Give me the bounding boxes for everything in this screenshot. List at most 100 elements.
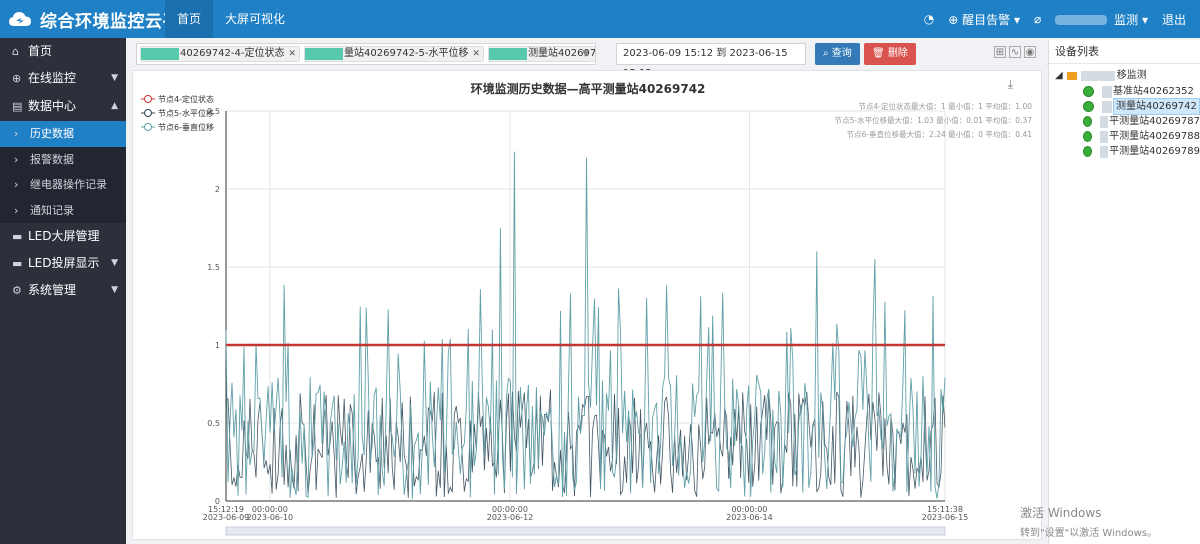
tree-node-device[interactable]: 平测量站40269789 xyxy=(1049,144,1200,159)
sidebar-item-label: LED大屏管理 xyxy=(28,229,100,243)
alarm-menu[interactable]: ⊕ 醒目告警 ▾ xyxy=(948,11,1020,28)
sidebar-item-relay-log[interactable]: › 继电器操作记录 xyxy=(0,172,126,198)
sidebar-item-label: 在线监控 xyxy=(28,71,77,85)
table-view-icon[interactable]: ⊞ xyxy=(994,46,1006,58)
mute-icon[interactable]: ⌀ xyxy=(1034,12,1041,26)
tree-node-device[interactable]: 基准站40262352 xyxy=(1049,84,1200,99)
redacted-block xyxy=(1100,130,1109,143)
delete-button[interactable]: 🗑 删除 xyxy=(864,43,916,65)
series-stats-text: 节点6-垂直位移最大值：2.24 最小值：0 平均值：0.41 xyxy=(847,129,1033,139)
sidebar-item-home[interactable]: ⌂ 首页 xyxy=(0,38,126,65)
chevron-down-icon[interactable]: ▼ xyxy=(582,49,589,59)
redacted-block xyxy=(141,48,179,60)
sidebar-submenu: › 历史数据 › 报警数据 › 继电器操作记录 › 通知记录 xyxy=(0,121,126,223)
redacted-block xyxy=(305,48,344,60)
top-header: 综合环境监控云平台 首页 大屏可视化 ◔ ⊕ 醒目告警 ▾ ⌀ 监测 ▾ 退出 xyxy=(0,0,1200,38)
tree-node-label: 平测量站40269789 xyxy=(1109,146,1200,157)
globe-icon: ⊕ xyxy=(948,12,959,27)
tree-node-label: 基准站40262352 xyxy=(1113,86,1194,97)
chevron-right-icon: › xyxy=(14,178,19,191)
channel-multiselect[interactable]: 40269742-4-定位状态 ✕ 量站40269742-5-水平位移 ✕ 测量… xyxy=(136,43,596,65)
table-icon: ▤ xyxy=(12,100,23,113)
legend-marker xyxy=(144,109,152,117)
sidebar-item-system[interactable]: ⚙ 系统管理 ▼ xyxy=(0,277,126,304)
device-tree: ◢ 移监测 基准站40262352 测量站40269742 平测量站40269787… xyxy=(1049,64,1200,159)
sidebar-item-led-cast[interactable]: ▬ LED投屏显示 ▼ xyxy=(0,250,126,277)
tree-node-device[interactable]: 测量站40269742 xyxy=(1049,98,1200,115)
skin-icon[interactable]: ◔ xyxy=(924,12,934,26)
watermark-line1: 激活 Windows xyxy=(1020,506,1102,520)
delete-label: 删除 xyxy=(887,48,908,59)
nav-big-screen[interactable]: 大屏可视化 xyxy=(213,0,297,38)
data-zoom-slider xyxy=(225,526,946,536)
sidebar-item-notify-log[interactable]: › 通知记录 xyxy=(0,198,126,224)
sidebar-item-led-manage[interactable]: ▬ LED大屏管理 xyxy=(0,223,126,250)
redacted-block xyxy=(1100,115,1109,128)
query-label: 查询 xyxy=(831,48,852,59)
x-tick-date: 2023-06-14 xyxy=(726,513,773,522)
tree-root[interactable]: ◢ 移监测 xyxy=(1049,68,1200,84)
series-stats-text: 节点5-水平位移最大值：1.03 最小值：0.01 平均值：0.37 xyxy=(835,115,1033,125)
chart-view-icon[interactable]: ∿ xyxy=(1009,46,1021,58)
top-right-tools: ◔ ⊕ 醒目告警 ▾ ⌀ 监测 ▾ 退出 xyxy=(924,0,1200,38)
tree-node-device[interactable]: 平测量站40269787 xyxy=(1049,114,1200,129)
sidebar-item-label: 系统管理 xyxy=(28,283,77,297)
legend-label: 节点6-垂直位移 xyxy=(158,122,214,132)
tree-nodes: 基准站40262352 测量站40269742 平测量站40269787 平测量站40… xyxy=(1049,84,1200,159)
cloud-logo-icon xyxy=(9,12,31,26)
tree-node-device[interactable]: 平测量站40269788 xyxy=(1049,129,1200,144)
nav-home[interactable]: 首页 xyxy=(165,0,214,38)
map-view-icon[interactable]: ◉ xyxy=(1024,46,1036,58)
status-online-icon xyxy=(1083,131,1093,142)
legend-label: 节点4-定位状态 xyxy=(158,94,214,104)
sidebar-item-online-monitor[interactable]: ⊕ 在线监控 ▼ xyxy=(0,65,126,92)
legend-label: 节点5-水平位移 xyxy=(158,108,214,118)
tree-toggle-icon[interactable]: ◢ xyxy=(1055,68,1063,84)
sidebar-item-data-center[interactable]: ▤ 数据中心 ▲ xyxy=(0,92,126,121)
filter-bar: 40269742-4-定位状态 ✕ 量站40269742-5-水平位移 ✕ 测量… xyxy=(132,40,1042,79)
x-tick-date: 2023-06-12 xyxy=(487,513,534,522)
channel-tag: 量站40269742-5-水平位移 ✕ xyxy=(304,46,485,62)
user-menu[interactable]: 监测 ▾ xyxy=(1055,11,1148,28)
close-icon[interactable]: ✕ xyxy=(288,46,296,62)
chevron-up-icon: ▲ xyxy=(111,101,118,111)
tag-label: 40269742-4-定位状态 xyxy=(180,48,285,59)
search-icon: ⌕ xyxy=(823,48,829,59)
sidebar-item-alarm-data[interactable]: › 报警数据 xyxy=(0,147,126,173)
legend-marker xyxy=(144,123,152,131)
chart-title: 环境监测历史数据—高平测量站40269742 xyxy=(471,81,706,96)
tree-node-label: 平测量站40269788 xyxy=(1109,131,1200,142)
status-online-icon xyxy=(1083,101,1094,112)
alarm-label: 醒目告警 xyxy=(962,12,1011,27)
series-stats-text: 节点4-定位状态最大值：1 最小值：1 平均值：1.00 xyxy=(859,101,1033,111)
top-nav: 首页 大屏可视化 xyxy=(165,0,297,38)
legend-marker xyxy=(144,95,152,103)
sidebar-item-label: 首页 xyxy=(28,44,53,58)
series-line-node5 xyxy=(225,389,946,498)
user-label: 监测 xyxy=(1114,12,1139,27)
date-range-input[interactable]: 2023-06-09 15:12 到 2023-06-15 15:12 xyxy=(616,43,806,79)
monitor-icon: ▬ xyxy=(12,230,23,243)
redacted-block xyxy=(1080,71,1115,81)
sidebar-item-history-data[interactable]: › 历史数据 xyxy=(0,121,126,147)
chevron-down-icon: ▼ xyxy=(111,258,118,268)
device-list-title: 设备列表 xyxy=(1049,40,1200,64)
monitor-icon: ▬ xyxy=(12,257,23,270)
sidebar-item-label: 报警数据 xyxy=(30,152,74,166)
x-tick-date: 2023-06-10 xyxy=(247,513,294,522)
redacted-block xyxy=(489,48,528,60)
sidebar-item-label: 继电器操作记录 xyxy=(30,178,107,191)
chevron-down-icon: ▼ xyxy=(111,73,118,83)
sidebar-item-label: 数据中心 xyxy=(28,99,77,113)
download-icon[interactable]: ⤓ xyxy=(1008,77,1013,92)
history-line-chart: 环境监测历史数据—高平测量站4026974200.511.522.515:12:… xyxy=(141,81,1033,536)
close-icon[interactable]: ✕ xyxy=(473,46,481,62)
redacted-block xyxy=(1102,85,1112,98)
chevron-down-icon: ▼ xyxy=(111,285,118,295)
watermark-line2: 转到"设置"以激活 Windows。 xyxy=(1020,528,1158,539)
channel-tag: 测量站40269742-6-垂直位 xyxy=(488,46,595,62)
query-button[interactable]: ⌕ 查询 xyxy=(815,43,860,65)
y-tick-label: 1 xyxy=(215,341,220,350)
chevron-right-icon: › xyxy=(14,127,19,140)
logout-link[interactable]: 退出 xyxy=(1162,11,1186,28)
